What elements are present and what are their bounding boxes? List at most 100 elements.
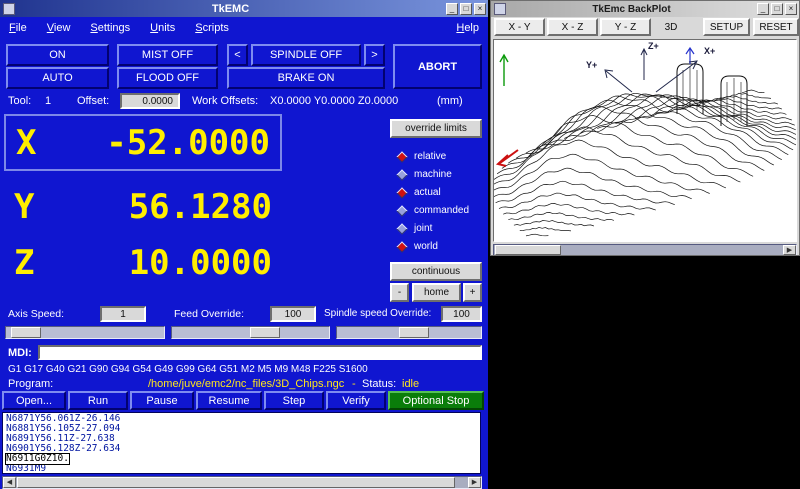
- feed-override-slider[interactable]: [171, 326, 330, 339]
- flood-button[interactable]: FLOOD OFF: [117, 67, 218, 89]
- menu-units[interactable]: Units: [150, 22, 175, 34]
- dro-axis-z[interactable]: Z 10.0000: [4, 236, 282, 290]
- dro-x-value: -52.0000: [56, 123, 270, 163]
- jog-mode-button[interactable]: continuous: [390, 262, 482, 281]
- override-limits-button[interactable]: override limits: [390, 119, 482, 138]
- minimize-icon[interactable]: _: [446, 3, 458, 15]
- home-button[interactable]: home: [412, 283, 461, 302]
- work-offsets-value: X0.0000 Y0.0000 Z0.0000: [270, 95, 398, 107]
- open-button[interactable]: Open...: [2, 391, 66, 410]
- radio-machine-label: machine: [414, 169, 452, 180]
- spindle-slower-button[interactable]: <: [227, 44, 248, 66]
- pause-button[interactable]: Pause: [130, 391, 194, 410]
- mdi-input[interactable]: [38, 345, 482, 360]
- window-title: TkEMC: [15, 3, 446, 15]
- menubar: File View Settings Units Scripts Help: [0, 17, 488, 38]
- run-button[interactable]: Run: [68, 391, 128, 410]
- window-icon[interactable]: [494, 3, 506, 15]
- minimize-icon[interactable]: _: [757, 3, 769, 15]
- tab-3d[interactable]: 3D: [654, 18, 688, 36]
- verify-button[interactable]: Verify: [326, 391, 386, 410]
- program-listing[interactable]: N6871Y56.061Z-26.146 N6881Y56.105Z-27.09…: [2, 412, 481, 474]
- menu-view[interactable]: View: [47, 22, 71, 34]
- tkemc-window: TkEMC _ □ × File View Settings Units Scr…: [0, 0, 489, 489]
- machine-on-button[interactable]: ON: [6, 44, 109, 66]
- scrollbar-thumb[interactable]: [495, 245, 561, 255]
- radio-actual-label: actual: [414, 187, 441, 198]
- radio-relative[interactable]: relative: [398, 149, 446, 164]
- tool-value: 1: [45, 95, 51, 107]
- menu-help[interactable]: Help: [456, 22, 479, 34]
- radio-world[interactable]: world: [398, 239, 438, 254]
- axis-speed-field[interactable]: 1: [100, 306, 146, 322]
- radio-machine[interactable]: machine: [398, 167, 452, 182]
- axis-speed-slider[interactable]: [5, 326, 165, 339]
- dro-axis-x[interactable]: X -52.0000: [4, 114, 282, 171]
- program-status-value: idle: [402, 378, 419, 390]
- mdi-label: MDI:: [8, 347, 32, 359]
- menu-scripts[interactable]: Scripts: [195, 22, 229, 34]
- close-icon[interactable]: ×: [785, 3, 797, 15]
- spindle-button[interactable]: SPINDLE OFF: [251, 44, 361, 66]
- close-icon[interactable]: ×: [474, 3, 486, 15]
- tab-reset[interactable]: RESET: [753, 18, 799, 36]
- abort-button[interactable]: ABORT: [393, 44, 482, 89]
- scroll-left-icon[interactable]: ◀: [3, 477, 16, 488]
- radio-indicator-icon: [396, 169, 407, 180]
- slider-thumb[interactable]: [250, 327, 280, 338]
- brake-button[interactable]: BRAKE ON: [227, 67, 385, 89]
- backplot-hscrollbar[interactable]: ▶: [493, 244, 797, 256]
- z-axis-label: Z+: [648, 41, 659, 51]
- spindle-faster-button[interactable]: >: [364, 44, 385, 66]
- tab-yz[interactable]: Y - Z: [600, 18, 651, 36]
- radio-actual[interactable]: actual: [398, 185, 441, 200]
- feed-override-field[interactable]: 100: [270, 306, 316, 322]
- maximize-icon[interactable]: □: [771, 3, 783, 15]
- slider-thumb[interactable]: [399, 327, 429, 338]
- tool-label: Tool:: [8, 95, 31, 107]
- resume-button[interactable]: Resume: [196, 391, 262, 410]
- feed-override-label: Feed Override:: [174, 308, 244, 320]
- step-button[interactable]: Step: [264, 391, 324, 410]
- scroll-right-icon[interactable]: ▶: [783, 245, 796, 255]
- work-offsets-label: Work Offsets:: [192, 95, 258, 107]
- spindle-override-field[interactable]: 100: [441, 306, 482, 322]
- dro-axis-y[interactable]: Y 56.1280: [4, 180, 282, 234]
- offset-label: Offset:: [77, 95, 109, 107]
- scrollbar-thumb[interactable]: [17, 477, 455, 488]
- jog-plus-button[interactable]: +: [463, 283, 482, 302]
- dro-z-value: 10.0000: [54, 243, 272, 283]
- window-icon[interactable]: [3, 3, 15, 15]
- menu-file[interactable]: File: [9, 22, 27, 34]
- tab-xy[interactable]: X - Y: [494, 18, 545, 36]
- program-label: Program:: [8, 378, 53, 390]
- listing-hscrollbar[interactable]: ◀ ▶: [2, 476, 482, 489]
- menu-settings[interactable]: Settings: [90, 22, 130, 34]
- active-gcodes: G1 G17 G40 G21 G90 G94 G54 G49 G99 G64 G…: [8, 364, 368, 375]
- program-path: /home/juve/emc2/nc_files/3D_Chips.ngc: [148, 378, 344, 390]
- mist-button[interactable]: MIST OFF: [117, 44, 218, 66]
- radio-indicator-icon: [396, 187, 407, 198]
- mode-auto-button[interactable]: AUTO: [6, 67, 109, 89]
- backplot-canvas[interactable]: Z+ Y+ X+: [493, 39, 797, 242]
- slider-thumb[interactable]: [11, 327, 41, 338]
- radio-indicator-icon: [396, 205, 407, 216]
- tab-setup[interactable]: SETUP: [703, 18, 750, 36]
- x-axis-label: X+: [704, 46, 715, 56]
- optional-stop-button[interactable]: Optional Stop: [388, 391, 484, 410]
- axis-speed-label: Axis Speed:: [8, 308, 64, 320]
- backplot-wireframe: [494, 40, 796, 241]
- offset-value-field: 0.0000: [120, 93, 180, 109]
- spindle-override-slider[interactable]: [336, 326, 482, 339]
- radio-joint[interactable]: joint: [398, 221, 432, 236]
- radio-indicator-icon: [396, 223, 407, 234]
- jog-minus-button[interactable]: -: [390, 283, 409, 302]
- scroll-right-icon[interactable]: ▶: [468, 477, 481, 488]
- maximize-icon[interactable]: □: [460, 3, 472, 15]
- backplot-titlebar[interactable]: TkEmc BackPlot _ □ ×: [491, 1, 799, 17]
- radio-commanded[interactable]: commanded: [398, 203, 469, 218]
- radio-world-label: world: [414, 241, 438, 252]
- titlebar[interactable]: TkEMC _ □ ×: [0, 0, 488, 17]
- tab-xz[interactable]: X - Z: [547, 18, 598, 36]
- program-line: N6931M9: [6, 464, 46, 474]
